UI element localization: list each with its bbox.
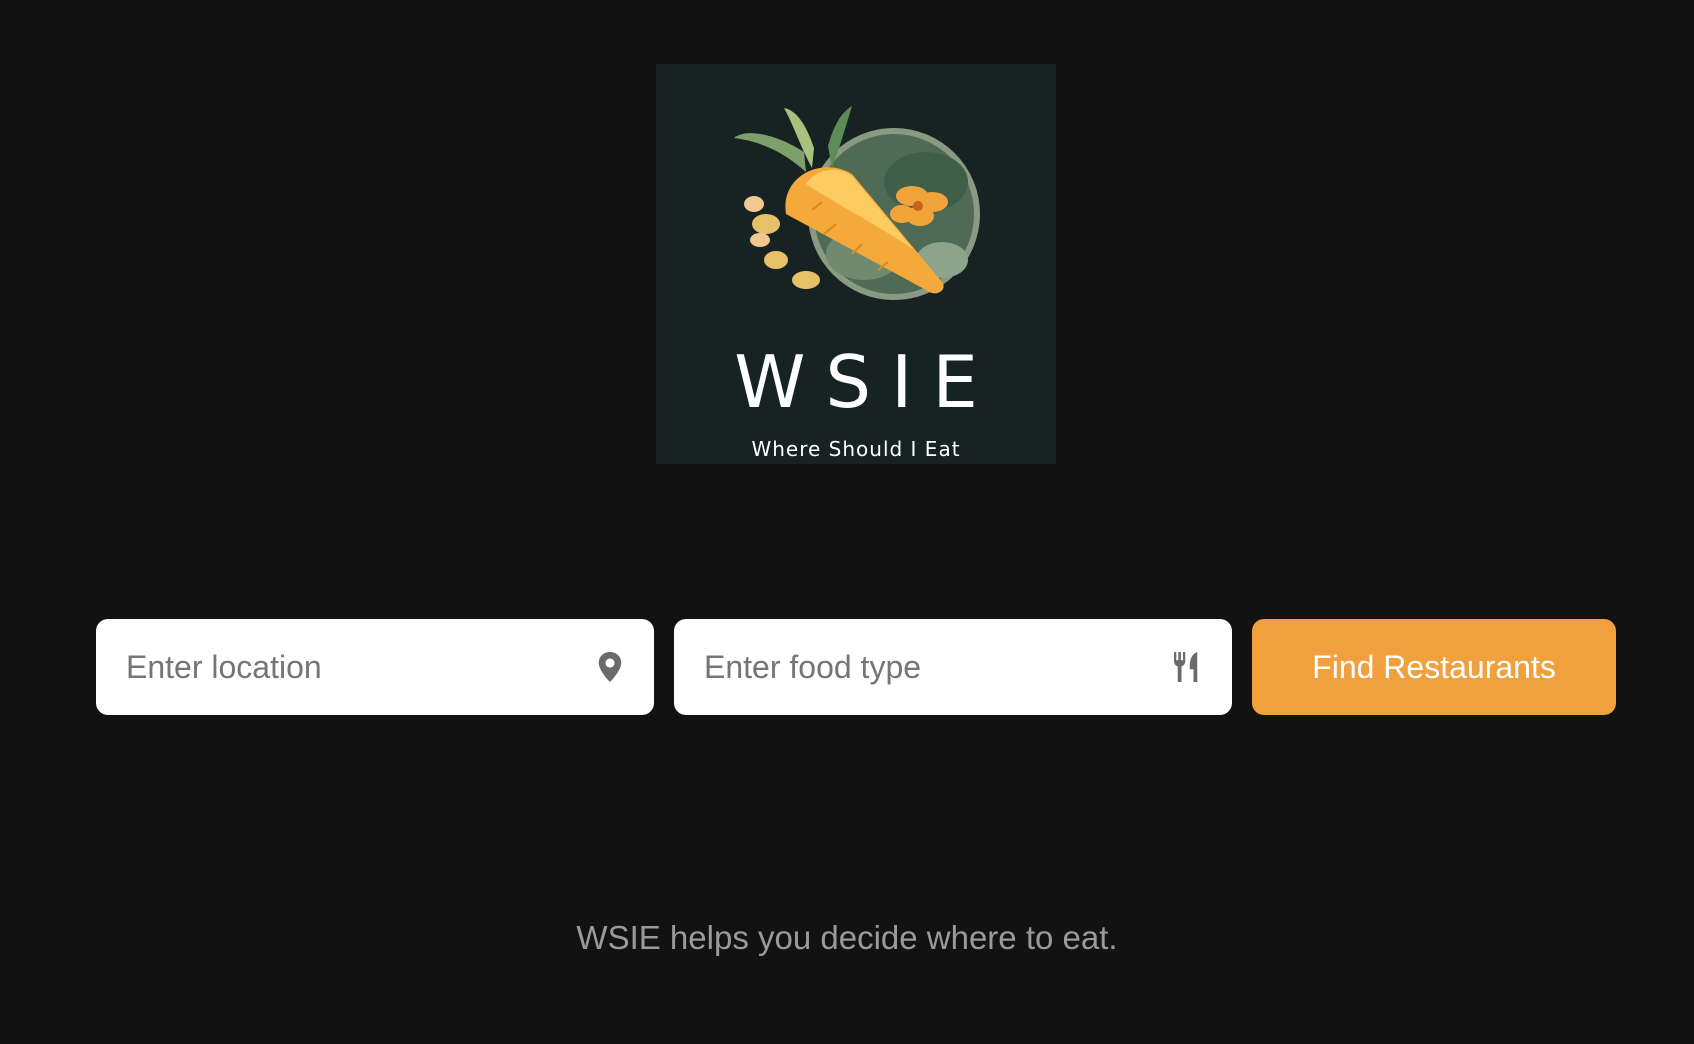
wsie-logo: WSIE Where Should I Eat [656,64,1056,464]
find-restaurants-button[interactable]: Find Restaurants [1252,619,1616,715]
map-pin-icon [598,652,622,682]
logo-tagline: Where Should I Eat [751,437,961,461]
food-type-input[interactable] [704,619,1144,715]
logo-wordmark: WSIE [734,340,998,424]
page: WSIE Where Should I Eat Find Restaurants… [0,0,1694,1044]
location-field [96,619,654,715]
logo-artwork [734,106,980,300]
fork-knife-icon [1174,652,1198,682]
description-text: WSIE helps you decide where to eat. [576,919,1118,956]
food-type-field [674,619,1232,715]
location-input[interactable] [126,619,566,715]
